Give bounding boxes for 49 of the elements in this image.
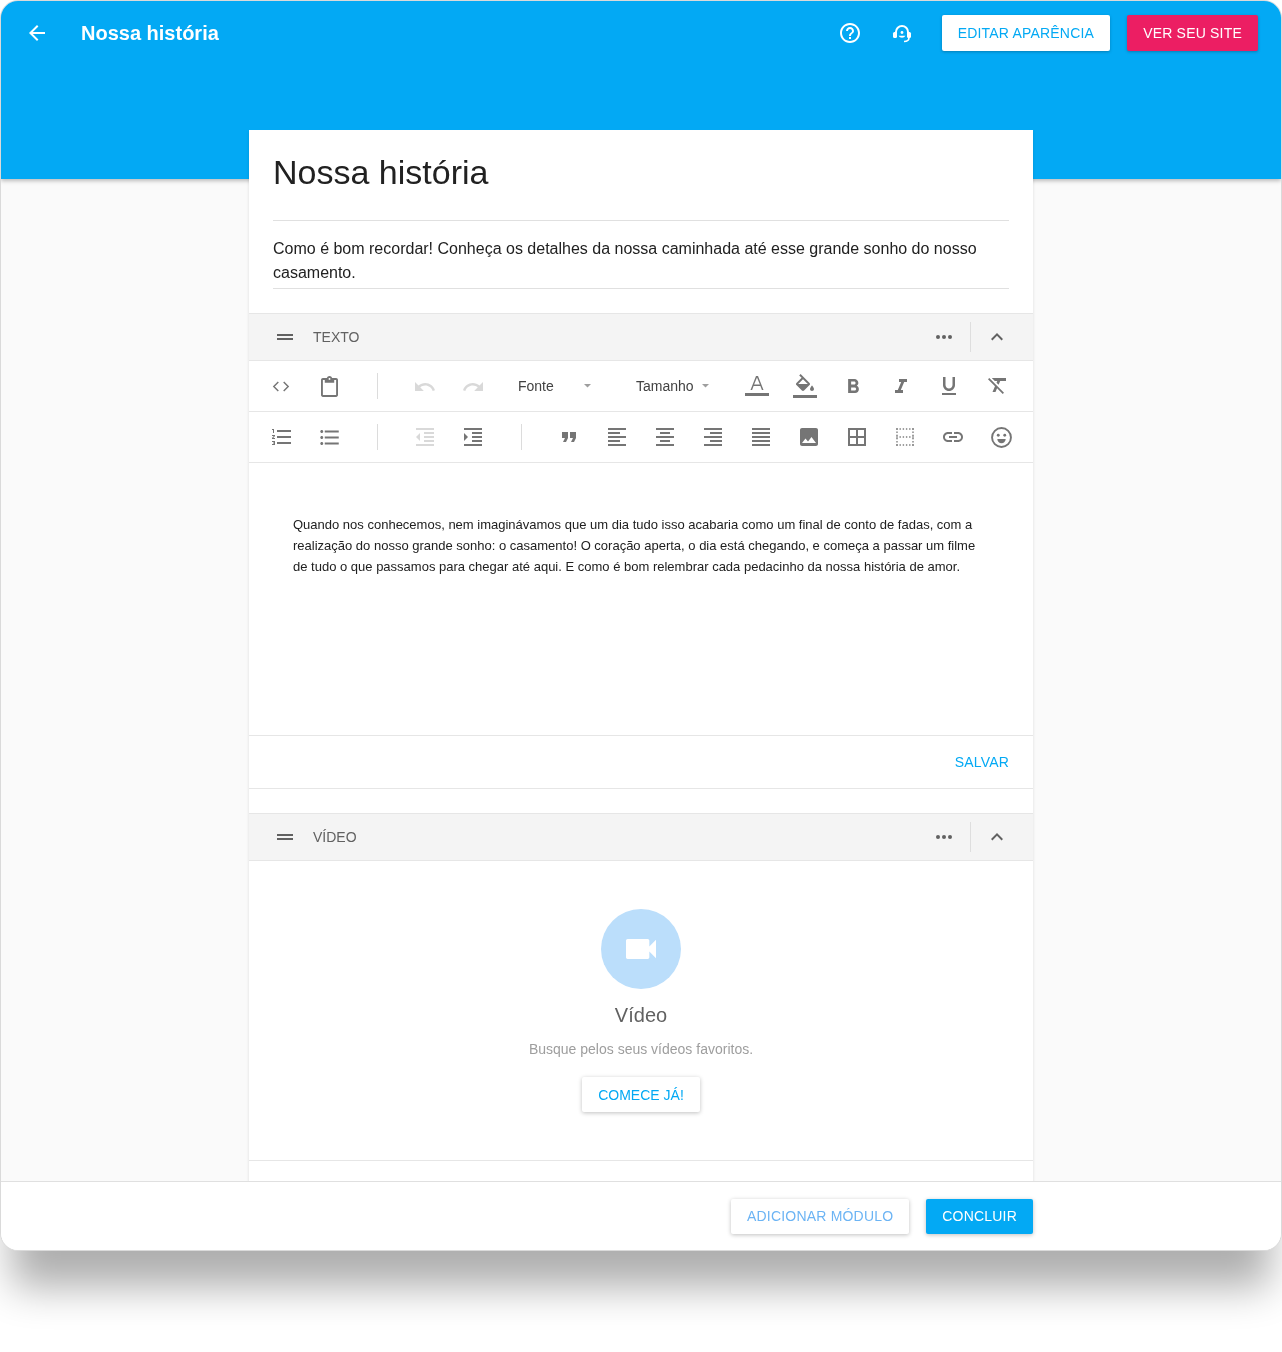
more-options-icon[interactable]	[936, 835, 952, 839]
italic-icon[interactable]	[895, 379, 907, 393]
smiley-icon[interactable]	[990, 426, 1012, 448]
underline-icon[interactable]	[942, 377, 956, 395]
chevron-up-icon[interactable]	[991, 833, 1003, 841]
add-module-button[interactable]: ADICIONAR MÓDULO	[730, 1198, 910, 1234]
headset-icon[interactable]	[891, 23, 912, 43]
align-center-icon[interactable]	[656, 428, 674, 446]
clipboard-icon[interactable]	[320, 375, 338, 397]
dotted-grid-icon[interactable]	[896, 428, 914, 446]
view-site-button[interactable]: VER SEU SITE	[1127, 15, 1258, 51]
align-right-icon[interactable]	[704, 428, 722, 446]
app-bar-title: Nossa história	[81, 21, 219, 45]
table-icon[interactable]	[848, 428, 866, 446]
bold-icon[interactable]	[847, 379, 859, 393]
chevron-up-icon[interactable]	[991, 333, 1003, 341]
back-arrow-icon[interactable]	[29, 25, 45, 41]
align-left-icon[interactable]	[608, 428, 626, 446]
clear-format-icon[interactable]	[988, 378, 1006, 394]
link-icon[interactable]	[943, 432, 963, 442]
more-options-icon[interactable]	[936, 335, 952, 339]
image-icon[interactable]	[800, 428, 818, 446]
edit-appearance-button[interactable]: EDITAR APARÊNCIA	[941, 15, 1111, 51]
bulleted-list-icon[interactable]	[319, 429, 339, 445]
save-button[interactable]: SALVAR	[954, 754, 1009, 770]
toolbar-dropdown[interactable]: Fonte	[497, 366, 615, 406]
drag-handle-icon[interactable]	[277, 334, 293, 340]
paint-bucket-icon[interactable]	[793, 374, 817, 398]
text-color-icon[interactable]	[745, 375, 769, 397]
page-description: Como é bom recordar! Conheça os detalhes da nossa caminhada até esse grande sonho do nosso casamento.	[273, 239, 978, 283]
caret-icon	[584, 384, 591, 388]
module-title: VÍDEO	[313, 829, 357, 845]
video-camera-icon	[601, 909, 681, 989]
caret-icon	[702, 384, 709, 388]
empty-state-hint: Busque pelos seus vídeos favoritos.	[528, 1040, 754, 1059]
indent-icon[interactable]	[464, 428, 482, 446]
numbered-list-icon[interactable]	[271, 429, 291, 445]
page-title: Nossa história	[273, 152, 490, 193]
help-icon[interactable]	[839, 23, 860, 43]
toolbar-dropdown[interactable]: Tamanho	[615, 366, 733, 406]
quote-icon[interactable]	[562, 432, 576, 442]
module-title: TEXTO	[313, 329, 360, 345]
drag-handle-icon[interactable]	[277, 834, 293, 840]
empty-state-title: Vídeo	[614, 1003, 668, 1027]
text-editor-field[interactable]: Quando nos conhecemos, nem imaginávamos que um dia tudo isso acabaria como um final de conto de fadas, com a realização do nosso grande sonho: o casamento! O coração aperta, o dia está chegando, e começa a passar um filme de tudo o que passamos para chegar até aqui. E como é bom relembrar cada pedacinho da nossa história de amor.	[249, 463, 1033, 735]
align-justify-icon[interactable]	[752, 428, 770, 446]
code-icon[interactable]	[272, 380, 290, 392]
start-button[interactable]: COMECE JÁ!	[582, 1077, 700, 1112]
finish-button[interactable]: CONCLUIR	[926, 1198, 1033, 1234]
